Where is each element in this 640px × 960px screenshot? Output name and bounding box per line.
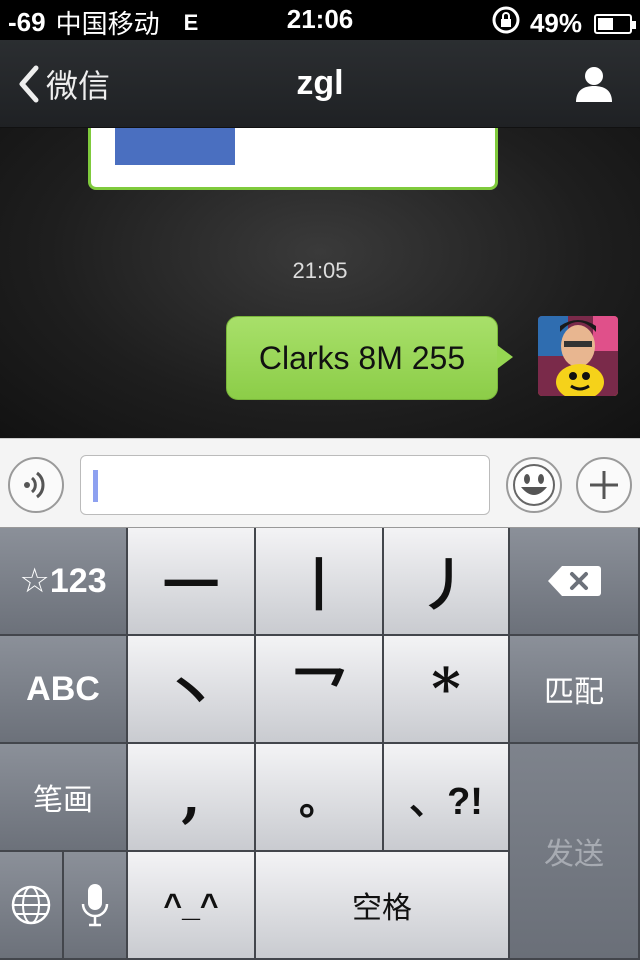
message-timestamp: 21:05: [292, 258, 348, 283]
key-period[interactable]: 。: [256, 744, 384, 852]
avatar-photo: [538, 316, 618, 396]
key-stroke-left-falling[interactable]: 丿: [384, 528, 510, 636]
battery-percent: 49%: [529, 8, 582, 38]
backspace-key[interactable]: [510, 528, 640, 636]
key-symbols-mode[interactable]: ☆123: [0, 528, 128, 636]
voice-button[interactable]: [8, 457, 64, 513]
rotation-lock-icon: [490, 4, 522, 43]
key-comma[interactable]: ,: [128, 744, 256, 852]
globe-icon: [11, 885, 51, 925]
outgoing-message-bubble[interactable]: Clarks 8M 255: [226, 316, 513, 400]
card-image: [115, 128, 235, 165]
status-bar: -69 中国移动 E 21:06 49%: [0, 0, 640, 40]
profile-button[interactable]: [574, 64, 614, 104]
key-punctuation[interactable]: 、?!: [384, 744, 510, 852]
voice-wave-icon: [24, 471, 45, 499]
space-key[interactable]: 空格: [256, 852, 510, 960]
backspace-icon: [548, 566, 601, 596]
smiley-icon: [513, 464, 555, 506]
key-wildcard[interactable]: *: [384, 636, 510, 744]
avatar[interactable]: [538, 316, 618, 396]
key-stroke-dot[interactable]: 丶: [128, 636, 256, 744]
emoji-button[interactable]: [506, 457, 562, 513]
match-key[interactable]: 匹配: [510, 636, 640, 744]
add-button[interactable]: [576, 457, 632, 513]
battery-icon: [594, 13, 636, 34]
keyboard: ☆123 一 丨 丿 ABC 丶 乛 * 匹配 笔画 , 。 、?! 发送 ^_…: [0, 528, 640, 960]
nav-bar: 微信 zgl: [0, 40, 640, 128]
key-stroke-mode[interactable]: 笔画: [0, 744, 128, 852]
key-emoticon[interactable]: ^_^: [128, 852, 256, 960]
signal-strength: -69: [8, 7, 46, 37]
chat-title: zgl: [296, 64, 344, 102]
send-key[interactable]: 发送: [510, 744, 640, 960]
globe-key[interactable]: [0, 852, 64, 960]
plus-icon: [590, 471, 618, 499]
person-icon: [576, 67, 612, 102]
message-input[interactable]: [80, 455, 490, 515]
dictation-key[interactable]: [64, 852, 128, 960]
status-left: -69 中国移动 E: [8, 4, 198, 41]
network-type: E: [183, 9, 199, 35]
text-caret: [93, 470, 98, 502]
chat-area[interactable]: 21:05 Clarks 8M 255: [0, 128, 640, 438]
message-text: Clarks 8M 255: [258, 339, 466, 376]
key-abc-mode[interactable]: ABC: [0, 636, 128, 744]
previous-message-card[interactable]: [88, 128, 498, 190]
key-stroke-turning[interactable]: 乛: [256, 636, 384, 744]
carrier-name: 中国移动: [55, 9, 160, 39]
input-bar: [0, 438, 640, 528]
key-stroke-horizontal[interactable]: 一: [128, 528, 256, 636]
microphone-icon: [81, 884, 109, 927]
status-right: 49%: [490, 4, 636, 43]
key-stroke-vertical[interactable]: 丨: [256, 528, 384, 636]
